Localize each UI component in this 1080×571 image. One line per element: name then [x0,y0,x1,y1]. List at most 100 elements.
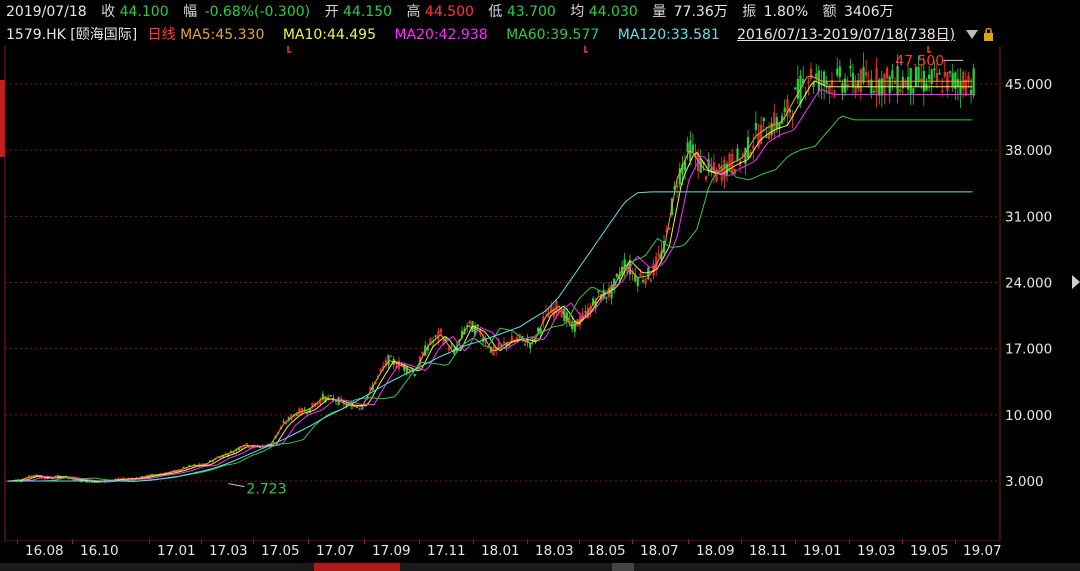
x-tick-label: 18.05 [587,543,626,559]
x-tick-mark [579,539,580,544]
candle-body [686,142,689,152]
candle-body [387,354,390,366]
quote-date: 2019/07/18 [6,4,87,20]
candle-body [891,70,894,79]
bottom-scrollbar[interactable] [0,563,1080,571]
candle-body [878,79,881,96]
x-tick-label: 18.03 [535,543,574,559]
x-tick-label: 19.01 [803,543,842,559]
candle-body [765,136,768,139]
candle-body [584,311,587,313]
period-label[interactable]: 日线 [148,27,176,43]
candle-body [476,324,479,328]
avg-value: 44.030 [588,4,638,20]
candle-body [951,73,954,87]
x-tick-label: 16.08 [25,543,64,559]
x-tick-mark [473,539,474,544]
candle-body [914,66,918,87]
high-value: 44.500 [424,4,474,20]
close-label: 收 [101,4,116,20]
candle-body [925,83,928,91]
amplitude-label: 振 [742,4,757,20]
low-value: 43.700 [506,4,556,20]
lock-icon[interactable] [984,33,993,41]
candle-body [434,335,437,338]
high-label: 高 [406,4,421,20]
amplitude-value: 1.80% [763,4,809,20]
scroll-thumb-red[interactable] [314,563,400,571]
ma60-label: MA60:39.577 [506,27,600,43]
x-tick-mark [364,539,365,544]
candle-body [972,68,975,96]
x-tick-label: 19.03 [857,543,896,559]
date-range[interactable]: 2016/07/13-2019/07/18(738日) [737,24,955,46]
min-pointer [228,483,245,488]
max-annotation: 47.500 [895,53,944,69]
y-tick-label: 38.000 [1005,143,1052,159]
stock-code[interactable]: 1579.HK [颐海国际] [6,27,137,43]
candle-body [906,76,910,90]
ma10-label: MA10:44.495 [282,27,376,43]
x-tick-mark [795,539,796,544]
candle-body [930,69,933,85]
range-controls[interactable] [966,28,996,42]
triangle-down-icon[interactable] [966,30,978,39]
candle-body [938,72,941,75]
x-tick-label: 18.01 [481,543,520,559]
candle-body [710,167,713,171]
x-tick-mark [527,539,528,544]
y-tick-label: 45.000 [1005,77,1052,93]
x-tick-mark [688,539,689,544]
candle-body [573,320,576,332]
close-value: 44.100 [119,4,169,20]
open-label: 开 [324,4,339,20]
candle-body [647,267,650,280]
x-tick-label: 19.05 [910,543,949,559]
candle-body [361,407,364,410]
candle-body [762,117,765,122]
candle-body [823,71,826,86]
candle-body [851,72,855,88]
amount-value: 3406万 [844,4,894,20]
candle-body [959,81,962,94]
candle-body [329,395,332,397]
expand-arrow-icon[interactable] [1072,275,1080,289]
event-marker[interactable] [927,46,931,53]
x-tick-label: 18.11 [749,543,788,559]
x-tick-mark [632,539,633,544]
candle-body [641,280,645,283]
candle-body [355,406,359,409]
x-tick-mark [741,539,742,544]
low-label: 低 [488,4,503,20]
x-tick-mark [849,539,850,544]
candle-body [796,79,799,99]
volume-value: 77.36万 [673,4,728,20]
candle-body [334,400,338,402]
x-tick-label: 17.01 [157,543,196,559]
candle-body [390,355,393,358]
amount-label: 额 [822,4,837,20]
avg-label: 均 [570,4,585,20]
y-tick-label: 31.000 [1005,209,1052,225]
x-tick-mark [72,539,73,544]
x-tick-mark [902,539,903,544]
candle-body [615,273,618,277]
quote-bar: 2019/07/18 收 44.100 幅 -0.68%(-0.300) 开 4… [0,0,1080,24]
x-tick-label: 17.09 [372,543,411,559]
candle-body [825,81,828,85]
ma60-line [8,115,973,482]
x-tick-mark [201,539,202,544]
candle-body [917,67,920,83]
kline-chart[interactable]: 45.000 38.000 31.000 24.000 17.000 10.000 3.00… [0,46,1080,541]
ma120-label: MA120:33.581 [617,27,720,43]
candle-body [529,343,532,349]
candle-body [815,73,818,79]
x-tick-mark [419,539,420,544]
candle-body [691,144,695,152]
candle-body [450,346,453,348]
ma20-line [8,89,973,483]
event-marker[interactable] [287,46,291,53]
y-tick-label: 3.000 [1005,474,1044,490]
scroll-thumb[interactable] [612,563,634,571]
event-marker[interactable] [584,46,588,53]
